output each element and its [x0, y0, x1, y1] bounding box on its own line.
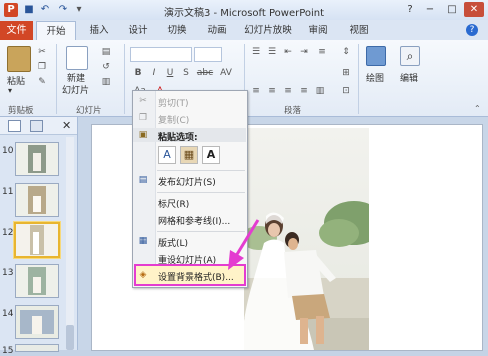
publish-icon: ▤ [138, 175, 148, 185]
slide-number: 13 [2, 268, 14, 278]
slide-number: 10 [2, 146, 14, 156]
decrease-indent-icon[interactable]: ⇤ [282, 47, 294, 57]
tab-transitions[interactable]: 切换 [160, 21, 194, 40]
align-center-icon[interactable]: ≡ [266, 86, 278, 96]
shadow-button[interactable]: S [180, 68, 192, 78]
thumbnail-image [16, 306, 58, 338]
minimize-button[interactable]: − [420, 2, 440, 17]
thumbnail-image [16, 184, 58, 216]
slide-number: 14 [2, 309, 14, 319]
menu-separator [157, 170, 245, 171]
slide-thumbnail-11[interactable] [15, 183, 59, 217]
group-divider [358, 44, 359, 114]
slide-thumbnail-10[interactable] [15, 142, 59, 176]
menu-item-copy[interactable]: 复制(C) [158, 113, 189, 126]
layout-icon: ▦ [138, 236, 148, 246]
shapes-icon[interactable] [366, 46, 386, 66]
format-background-icon: ◈ [139, 270, 147, 280]
group-divider [124, 44, 125, 114]
ribbon-help-icon[interactable]: ? [466, 24, 478, 36]
align-right-icon[interactable]: ≡ [282, 86, 294, 96]
arrow-icon [228, 219, 260, 270]
menu-item-cut[interactable]: 剪切(T) [158, 96, 189, 109]
menu-item-ruler[interactable]: 标尺(R) [158, 197, 189, 210]
bullets-icon[interactable]: ☰ [250, 47, 262, 57]
paste-picture-icon[interactable]: ▦ [180, 146, 198, 164]
thumbnail-image [16, 224, 58, 256]
new-slide-label-2[interactable]: 幻灯片 [62, 83, 89, 96]
menu-separator [157, 192, 245, 193]
cut-icon[interactable]: ✂ [36, 47, 48, 57]
maximize-icon: □ [447, 4, 457, 15]
collapse-ribbon-icon[interactable]: ⌃ [474, 104, 481, 113]
bold-button[interactable]: B [132, 68, 144, 78]
tab-insert[interactable]: 插入 [82, 21, 116, 40]
align-text-icon[interactable]: ⊞ [340, 68, 352, 78]
slide-number: 11 [2, 187, 14, 197]
slides-tab-icon[interactable] [8, 120, 21, 132]
scissors-icon: ✂ [139, 96, 147, 106]
menu-item-publish-slides[interactable]: 发布幻灯片(S) [158, 175, 216, 188]
align-left-icon[interactable]: ≡ [250, 86, 262, 96]
group-divider [56, 44, 57, 114]
columns-icon[interactable]: ▥ [314, 86, 326, 96]
numbering-icon[interactable]: ☰ [266, 47, 278, 57]
close-icon: ✕ [469, 4, 479, 15]
tab-review[interactable]: 审阅 [301, 21, 335, 40]
pane-close-icon[interactable]: ✕ [62, 119, 71, 132]
slides-group-label: 幻灯片 [76, 106, 102, 116]
help-button[interactable]: ? [400, 2, 420, 17]
maximize-button[interactable]: □ [442, 2, 462, 17]
section-icon[interactable]: ▥ [100, 77, 112, 87]
new-slide-icon[interactable] [66, 46, 88, 70]
strikethrough-button[interactable]: abc [196, 68, 214, 78]
slide-thumbnail-14[interactable] [15, 305, 59, 339]
spacing-button[interactable]: AV [218, 68, 234, 78]
layout-icon[interactable]: ▤ [100, 47, 112, 57]
thumbnail-image [16, 265, 58, 297]
slide-number: 15 [2, 346, 14, 356]
copy-icon: ❐ [138, 113, 148, 123]
close-button[interactable]: ✕ [464, 2, 484, 17]
paragraph-group-label: 段落 [284, 106, 302, 116]
slide-thumbnail-12-selected[interactable] [14, 222, 60, 258]
drawing-button[interactable]: 绘图 [366, 71, 384, 84]
menu-item-layout[interactable]: 版式(L) [158, 236, 188, 249]
paste-keep-icon[interactable]: A [158, 146, 176, 164]
justify-icon[interactable]: ≡ [298, 86, 310, 96]
font-size-combo[interactable] [194, 47, 222, 62]
smartart-icon[interactable]: ⊡ [340, 86, 352, 96]
italic-button[interactable]: I [148, 68, 160, 78]
reset-icon[interactable]: ↺ [100, 62, 112, 72]
menu-paste-options-label: 粘贴选项: [158, 133, 198, 143]
question-icon: ? [407, 4, 413, 15]
slide-thumbnail-13[interactable] [15, 264, 59, 298]
font-name-combo[interactable] [130, 47, 192, 62]
text-direction-icon[interactable]: ⇕ [340, 47, 352, 57]
tab-design[interactable]: 设计 [121, 21, 155, 40]
tab-slideshow[interactable]: 幻灯片放映 [240, 21, 296, 40]
tab-home[interactable]: 开始 [36, 21, 76, 41]
tab-animations[interactable]: 动画 [200, 21, 234, 40]
line-spacing-icon[interactable]: ≡ [316, 47, 328, 57]
minimize-icon: − [425, 4, 435, 15]
increase-indent-icon[interactable]: ⇥ [298, 47, 310, 57]
tab-file[interactable]: 文件 [0, 21, 33, 40]
outline-tab-icon[interactable] [30, 120, 43, 132]
paste-text-icon[interactable]: A [202, 146, 220, 164]
slide-number: 12 [2, 228, 14, 238]
find-icon[interactable]: ⌕ [400, 46, 420, 66]
paste-clipboard-icon[interactable] [7, 46, 31, 72]
copy-icon[interactable]: ❐ [36, 62, 48, 72]
thumbnail-image [16, 143, 58, 175]
clipboard-icon: ▣ [138, 130, 148, 140]
tab-view[interactable]: 视图 [342, 21, 376, 40]
clipboard-group-label: 剪贴板 [8, 106, 34, 116]
slide-thumbnail-15[interactable] [15, 344, 59, 352]
slides-scrollbar-thumb[interactable] [66, 325, 74, 350]
underline-button[interactable]: U [164, 68, 176, 78]
slides-scrollbar[interactable] [66, 137, 74, 350]
format-painter-icon[interactable]: ✎ [36, 77, 48, 87]
editing-button[interactable]: 编辑 [400, 71, 418, 84]
